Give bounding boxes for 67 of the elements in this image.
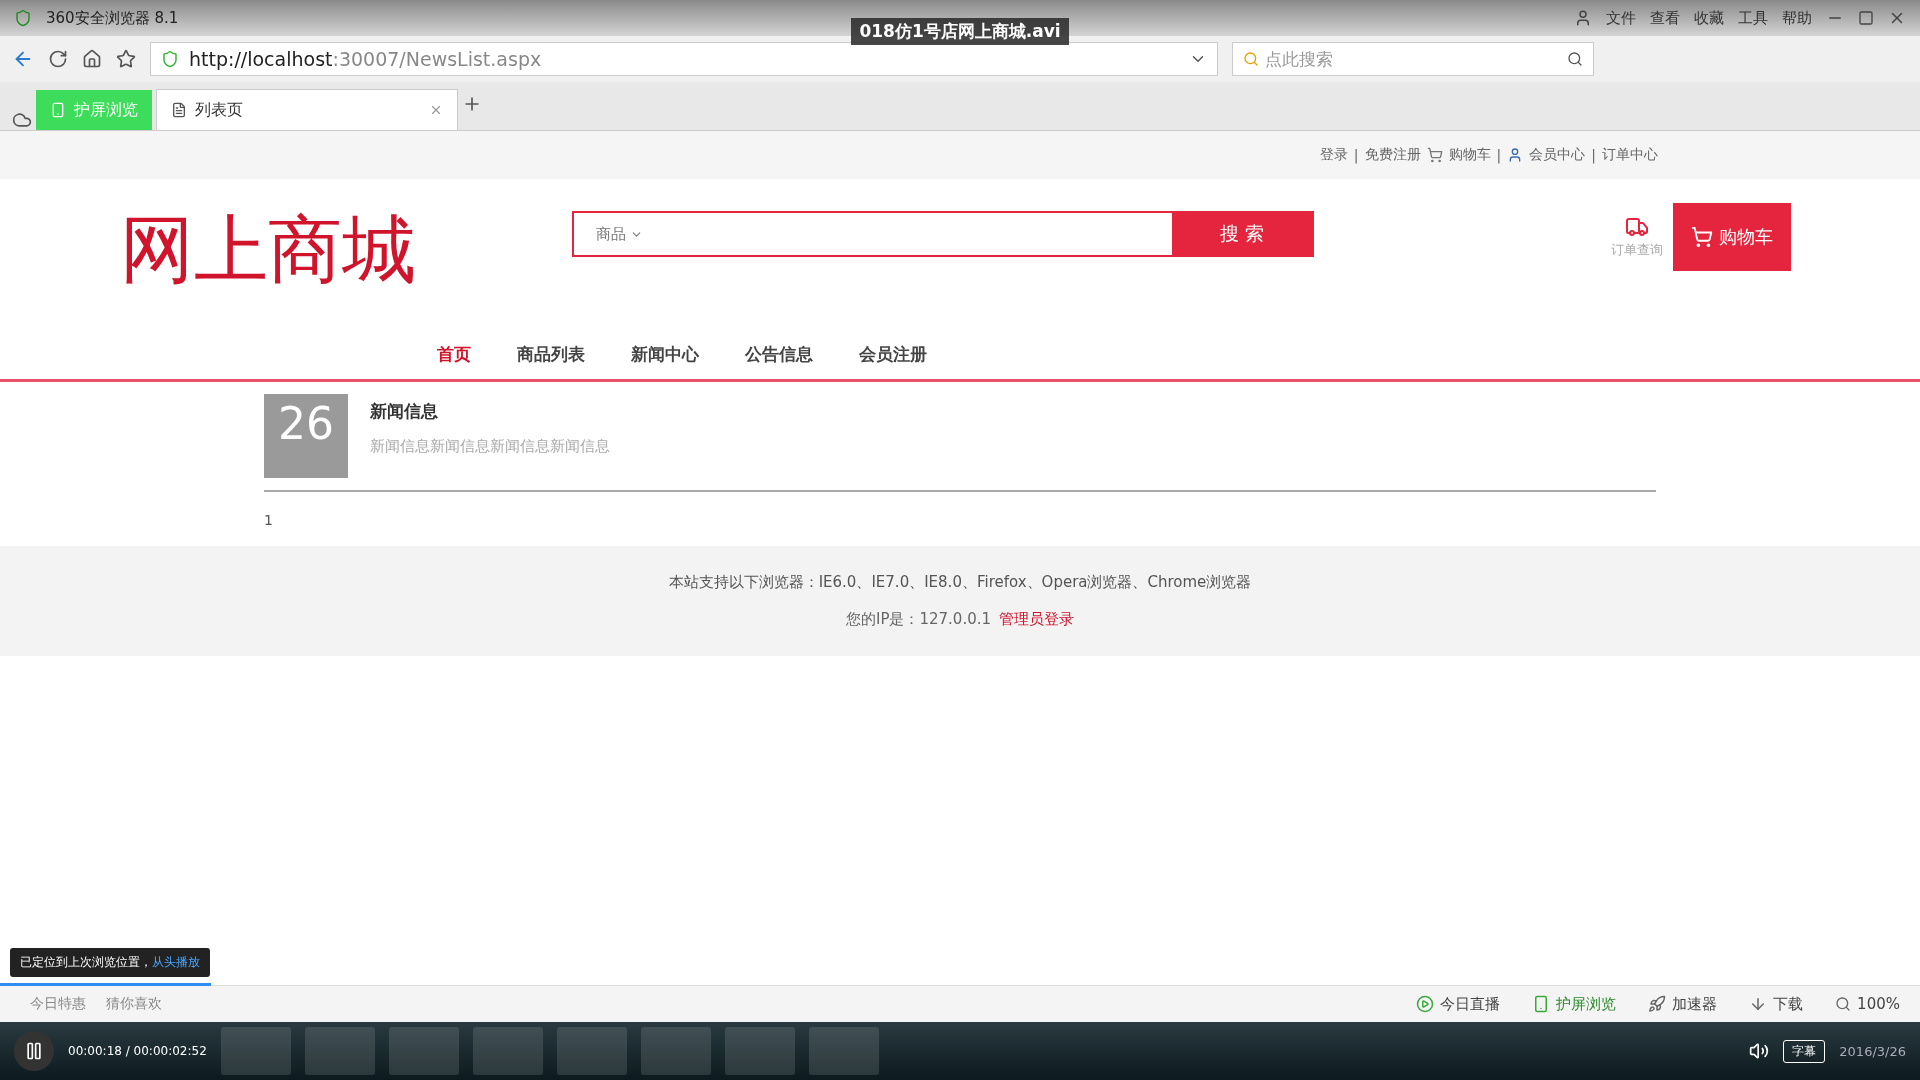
user-icon — [1574, 9, 1592, 27]
status-link[interactable]: 今日特惠 — [30, 995, 86, 1013]
top-link[interactable]: 购物车 — [1448, 146, 1491, 164]
page-icon — [171, 102, 187, 118]
footer-browsers: 本站支持以下浏览器：IE6.0、IE7.0、IE8.0、Firefox、Opera浏览器、Chrome浏览器 — [668, 573, 1252, 592]
nav-link[interactable]: 公告信息 — [745, 342, 813, 366]
menu-item[interactable]: 文件 — [1606, 8, 1636, 28]
search-icon[interactable] — [1567, 51, 1583, 67]
nav-link[interactable]: 会员注册 — [859, 342, 927, 366]
video-title: 018仿1号店网上商城.avi — [851, 18, 1069, 45]
nav-link[interactable]: 商品列表 — [517, 342, 585, 366]
top-link[interactable]: 登录 — [1319, 146, 1348, 164]
browser-title: 360安全浏览器 8.1 — [46, 8, 179, 28]
reload-icon[interactable] — [48, 49, 68, 69]
cart-button[interactable]: 购物车 — [1673, 203, 1791, 271]
shield-icon — [161, 50, 179, 68]
nav-link[interactable]: 首页 — [437, 342, 471, 366]
nav-link[interactable]: 新闻中心 — [631, 342, 699, 366]
pause-button[interactable] — [14, 1031, 54, 1071]
volume-icon[interactable] — [1749, 1041, 1770, 1061]
status-item[interactable]: 100% — [1857, 995, 1900, 1013]
status-item[interactable]: 下载 — [1773, 994, 1804, 1014]
rocket-icon — [1648, 995, 1667, 1013]
top-link[interactable]: 免费注册 — [1364, 146, 1421, 164]
status-link[interactable]: 猜你喜欢 — [106, 995, 162, 1013]
zoom-icon — [1835, 996, 1852, 1012]
subtitle-button[interactable]: 字幕 — [1783, 1039, 1826, 1063]
date-badge: 26 — [264, 394, 348, 478]
search-icon — [1243, 51, 1259, 67]
taskbar-date: 2016/3/26 — [1839, 1043, 1906, 1059]
status-item[interactable]: 加速器 — [1672, 994, 1718, 1014]
home-icon[interactable] — [82, 49, 102, 69]
category-dropdown[interactable]: 商品 — [574, 213, 664, 255]
maximize-icon[interactable] — [1858, 10, 1874, 26]
link-separator: | — [1353, 147, 1359, 163]
video-time: 00:00:18 / 00:00:02:52 — [68, 1044, 207, 1058]
menu-item[interactable]: 帮助 — [1782, 8, 1812, 28]
address-field[interactable]: http://localhost:30007/NewsList.aspx — [150, 42, 1218, 76]
search-button[interactable]: 搜 索 — [1172, 213, 1312, 255]
menu-item[interactable]: 工具 — [1738, 8, 1768, 28]
truck-icon[interactable] — [1625, 215, 1649, 239]
footer-ip: 您的IP是：127.0.0.1 — [845, 610, 991, 629]
cloud-icon[interactable] — [12, 110, 32, 130]
browser-logo-icon — [14, 9, 32, 27]
status-item[interactable]: 护屏浏览 — [1556, 994, 1617, 1014]
status-item[interactable]: 今日直播 — [1440, 994, 1501, 1014]
cart-icon — [1691, 226, 1713, 248]
star-icon[interactable] — [116, 49, 136, 69]
url-text: http://localhost:30007/NewsList.aspx — [189, 48, 542, 70]
news-title[interactable]: 新闻信息 — [370, 400, 610, 423]
close-icon[interactable] — [429, 103, 443, 117]
cart-icon — [1426, 147, 1443, 163]
link-separator: | — [1496, 147, 1502, 163]
site-logo: 网上商城 — [120, 205, 417, 294]
admin-login-link[interactable]: 管理员登录 — [999, 610, 1074, 629]
phone-icon — [50, 102, 66, 118]
play-circle-icon — [1416, 995, 1435, 1013]
link-separator: | — [1591, 147, 1596, 163]
top-link[interactable]: 会员中心 — [1529, 146, 1586, 164]
browser-tab[interactable]: 列表页 — [156, 89, 458, 130]
news-summary: 新闻信息新闻信息新闻信息新闻信息 — [370, 437, 610, 456]
resume-toast: 已定位到上次浏览位置，从头播放 — [10, 948, 210, 977]
top-link[interactable]: 订单中心 — [1602, 146, 1658, 164]
menu-item[interactable]: 收藏 — [1694, 8, 1724, 28]
pause-icon — [24, 1041, 44, 1061]
menu-item[interactable]: 查看 — [1650, 8, 1680, 28]
page-number[interactable]: 1 — [264, 512, 273, 528]
